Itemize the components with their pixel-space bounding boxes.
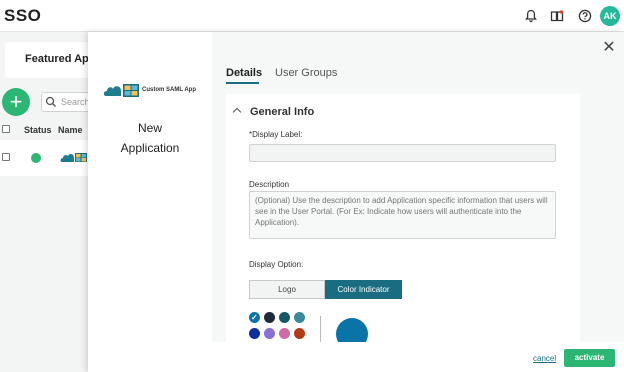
search-icon — [45, 96, 56, 107]
description-field[interactable] — [249, 191, 556, 239]
featured-apps-label: Featured App — [25, 53, 96, 65]
custom-saml-app-logo-icon — [104, 84, 139, 97]
section-title[interactable]: General Info — [250, 106, 314, 118]
check-icon: ✓ — [251, 313, 258, 322]
app-config-modal: ✕ Custom SAML App New Application Detail… — [88, 32, 624, 372]
avatar[interactable]: AK — [600, 6, 620, 26]
top-bar: SSO AK — [0, 0, 624, 32]
modal-footer — [212, 342, 624, 372]
display-label-field[interactable] — [249, 144, 556, 162]
app-summary-panel: Custom SAML App New Application — [88, 32, 212, 372]
color-swatch[interactable] — [279, 328, 290, 339]
app-row-logo-icon — [60, 153, 87, 162]
activate-button[interactable]: activate — [564, 349, 615, 367]
cancel-button[interactable]: cancel — [533, 354, 556, 363]
color-swatch[interactable] — [264, 328, 275, 339]
color-swatch[interactable] — [294, 312, 305, 323]
search-placeholder: Search — [61, 97, 90, 107]
row-checkbox[interactable] — [2, 153, 10, 161]
app-name: New Application — [120, 121, 180, 155]
display-label-label: *Display Label: — [249, 130, 303, 139]
app-title: SSO — [4, 6, 42, 25]
color-swatch[interactable] — [279, 312, 290, 323]
color-swatch[interactable] — [264, 312, 275, 323]
display-option-color-button[interactable]: Color Indicator — [325, 280, 402, 299]
chevron-up-icon[interactable] — [232, 107, 242, 117]
column-header-status[interactable]: Status — [24, 125, 52, 135]
color-swatch-selected[interactable]: ✓ — [249, 312, 260, 323]
display-option-label: Display Option: — [249, 260, 304, 269]
tab-user-groups[interactable]: User Groups — [275, 67, 337, 79]
select-all-checkbox[interactable] — [2, 125, 10, 133]
display-option-logo-button[interactable]: Logo — [249, 280, 325, 299]
close-icon[interactable]: ✕ — [601, 40, 617, 56]
description-label: Description — [249, 180, 290, 189]
color-swatch[interactable] — [294, 328, 305, 339]
color-swatch[interactable] — [249, 328, 260, 339]
add-app-button[interactable]: + — [2, 88, 30, 116]
general-info-card: General Info *Display Label: Description… — [226, 94, 580, 372]
tab-details[interactable]: Details — [226, 67, 262, 79]
status-active-icon — [31, 153, 41, 163]
book-icon[interactable] — [550, 9, 564, 23]
active-tab-indicator — [226, 82, 259, 84]
column-header-name[interactable]: Name — [58, 125, 83, 135]
bell-icon[interactable] — [524, 9, 538, 23]
app-type-label: Custom SAML App — [142, 87, 196, 93]
help-icon[interactable] — [578, 9, 592, 23]
